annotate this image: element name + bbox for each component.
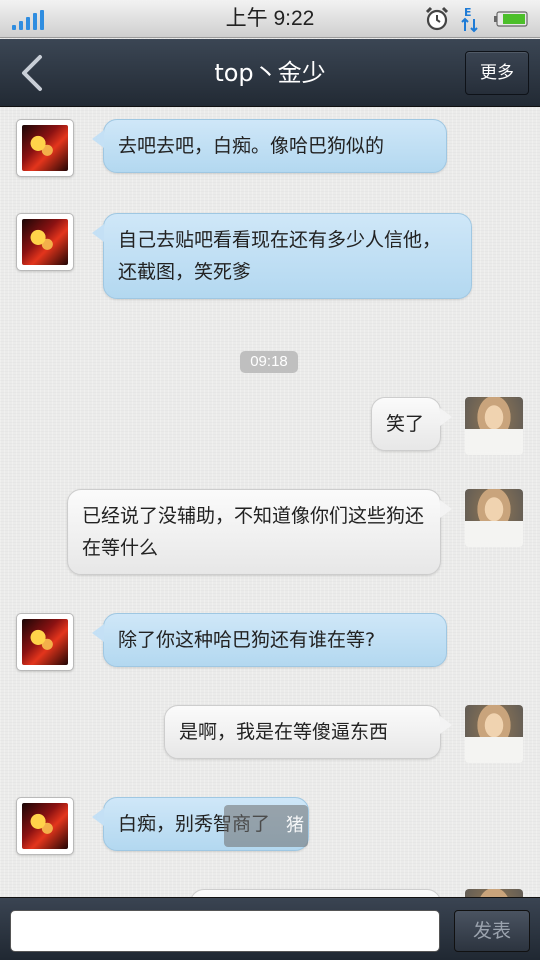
toast-overlay: 猪	[224, 805, 308, 847]
alarm-icon	[425, 6, 449, 31]
message-bubble-outgoing-partial	[190, 889, 441, 897]
message-bubble-incoming[interactable]: 去吧去吧，白痴。像哈巴狗似的	[92, 119, 447, 173]
back-button[interactable]	[14, 51, 54, 95]
friend-avatar[interactable]	[16, 797, 74, 855]
input-bar: 发表	[0, 897, 540, 960]
more-button[interactable]: 更多	[465, 51, 529, 95]
message-list[interactable]: 去吧去吧，白痴。像哈巴狗似的 自己去贴吧看看现在还有多少人信他，还截图，笑死爹 …	[0, 107, 540, 897]
my-avatar[interactable]	[465, 705, 523, 763]
chevron-left-icon	[22, 55, 42, 91]
timestamp-badge: 09:18	[240, 351, 298, 373]
message-bubble-incoming[interactable]: 除了你这种哈巴狗还有谁在等?	[92, 613, 447, 667]
my-avatar[interactable]	[465, 397, 523, 455]
svg-text:E: E	[464, 6, 472, 19]
message-bubble-outgoing[interactable]: 笑了	[371, 397, 452, 451]
my-avatar[interactable]	[465, 489, 523, 547]
message-bubble-outgoing[interactable]: 是啊，我是在等傻逼东西	[164, 705, 452, 759]
title-bar: top丶金少 更多	[0, 39, 540, 107]
chat-title: top丶金少	[214, 59, 326, 87]
status-bar: 上午 9:22 E	[0, 0, 540, 38]
data-transfer-icon: E	[461, 6, 478, 33]
friend-avatar[interactable]	[16, 613, 74, 671]
friend-avatar[interactable]	[16, 119, 74, 177]
message-input[interactable]	[10, 910, 440, 952]
battery-icon	[494, 11, 528, 27]
my-avatar[interactable]	[465, 889, 523, 897]
send-button[interactable]: 发表	[454, 910, 530, 952]
friend-avatar[interactable]	[16, 213, 74, 271]
message-bubble-incoming[interactable]: 自己去贴吧看看现在还有多少人信他，还截图，笑死爹	[92, 213, 472, 299]
message-bubble-outgoing[interactable]: 已经说了没辅助，不知道像你们这些狗还在等什么	[67, 489, 452, 575]
